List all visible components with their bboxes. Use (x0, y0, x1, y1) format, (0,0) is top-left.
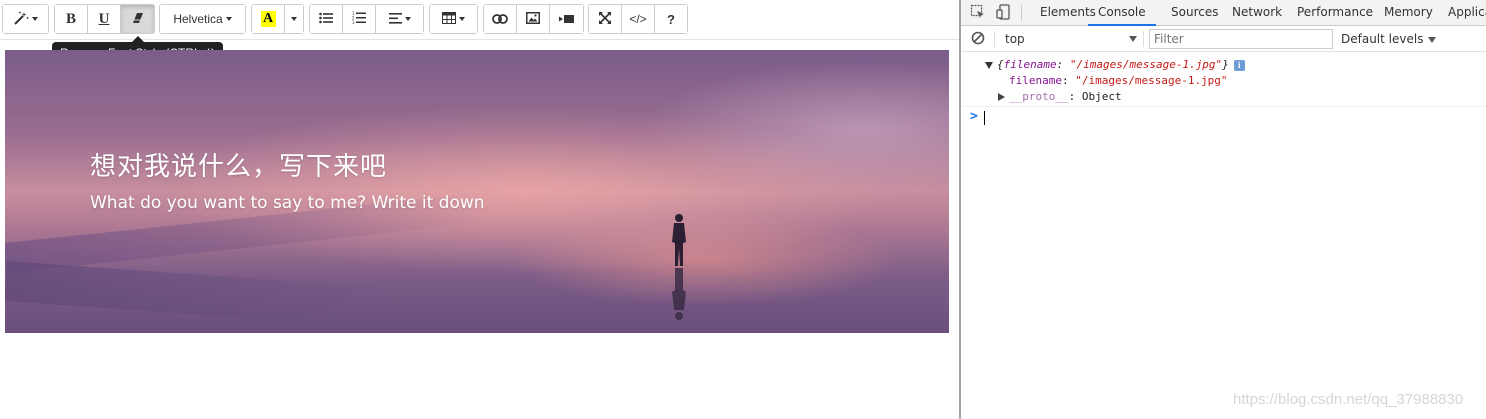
help-icon: ? (667, 11, 675, 27)
chevron-down-icon (404, 17, 411, 21)
object-property: filename: "/images/message-1.jpg" (1009, 74, 1228, 87)
font-family-dropdown[interactable]: Helvetica (160, 5, 245, 33)
chevron-down-icon (291, 17, 297, 21)
chevron-down-icon (1129, 36, 1137, 42)
ordered-list-icon: 123 (352, 11, 366, 27)
device-toolbar-icon[interactable] (996, 4, 1014, 22)
chevron-down-icon (459, 17, 465, 21)
editor-toolbar: B U Helvetica A 1 2 3 </> ? (0, 0, 959, 40)
font-style-group: B U (54, 4, 155, 34)
tab-memory[interactable]: Memory (1384, 0, 1433, 26)
watermark-url: https://blog.csdn.net/qq_37988830 (1233, 391, 1464, 408)
expand-arrow-icon[interactable] (985, 61, 993, 69)
highlight-color-icon: A (260, 11, 276, 27)
unordered-list-icon (319, 12, 333, 27)
text-cursor (984, 111, 985, 125)
code-icon: </> (629, 12, 647, 26)
chevron-down-icon (225, 17, 232, 21)
picture-icon (526, 11, 540, 27)
tab-network[interactable]: Network (1232, 0, 1282, 26)
silhouette-figure (672, 214, 686, 320)
highlight-color-button[interactable]: A (252, 5, 285, 33)
tab-performance[interactable]: Performance (1297, 0, 1373, 26)
log-levels-dropdown[interactable]: Default levels (1341, 30, 1437, 48)
color-group: A (251, 4, 304, 34)
chevron-down-icon (32, 17, 38, 21)
insert-video-button[interactable] (550, 5, 583, 33)
align-left-icon (388, 12, 402, 27)
clear-format-button[interactable] (121, 5, 154, 33)
fullscreen-icon (599, 11, 611, 27)
tab-sources[interactable]: Sources (1171, 0, 1218, 26)
svg-text:3: 3 (352, 20, 355, 24)
table-icon (442, 11, 456, 27)
console-filter-input[interactable] (1149, 29, 1333, 49)
insert-picture-button[interactable] (517, 5, 550, 33)
console-log-entry[interactable]: {filename: "/images/message-1.jpg"} i (985, 57, 1245, 72)
toolbar-separator (1021, 5, 1022, 21)
eraser-icon (132, 12, 144, 27)
tab-console[interactable]: Console (1088, 0, 1156, 26)
console-output[interactable]: {filename: "/images/message-1.jpg"} i fil… (961, 52, 1486, 419)
paragraph-align-dropdown[interactable] (376, 5, 423, 33)
inspect-element-icon[interactable] (970, 4, 988, 22)
console-divider (961, 106, 1486, 107)
devtools-panel: Elements Console Sources Network Perform… (961, 0, 1486, 419)
object-proto[interactable]: __proto__: Object (998, 89, 1122, 104)
clear-console-icon[interactable] (970, 30, 988, 48)
tab-application[interactable]: Applica (1448, 0, 1486, 26)
bold-button[interactable]: B (55, 5, 88, 33)
toolbar-separator (1143, 31, 1144, 47)
underline-button[interactable]: U (88, 5, 121, 33)
devtools-tab-bar: Elements Console Sources Network Perform… (961, 0, 1486, 26)
toolbar-separator (994, 31, 995, 47)
insert-group (483, 4, 584, 34)
help-button[interactable]: ? (655, 5, 687, 33)
prompt-icon: > (970, 109, 978, 124)
note-editor: B U Helvetica A 1 2 3 </> ? 想对我说什么，写下来吧 … (0, 0, 959, 419)
video-icon (559, 12, 574, 27)
banner-title: 想对我说什么，写下来吧 (90, 152, 388, 182)
unordered-list-button[interactable] (310, 5, 343, 33)
fullscreen-button[interactable] (589, 5, 622, 33)
insert-link-button[interactable] (484, 5, 517, 33)
style-group (2, 4, 49, 34)
view-group: </> ? (588, 4, 688, 34)
table-dropdown-button[interactable] (430, 5, 477, 33)
console-toolbar: top Default levels (961, 26, 1486, 52)
link-icon (492, 12, 508, 27)
info-icon[interactable]: i (1233, 59, 1245, 71)
ordered-list-button[interactable]: 123 (343, 5, 376, 33)
code-view-button[interactable]: </> (622, 5, 655, 33)
table-group (429, 4, 478, 34)
context-select[interactable]: top (997, 30, 1137, 48)
banner-subtitle: What do you want to say to me? Write it … (90, 193, 485, 213)
cloud-streak (5, 261, 406, 329)
style-dropdown-button[interactable] (3, 5, 48, 33)
font-name-group: Helvetica (159, 4, 246, 34)
color-dropdown-button[interactable] (285, 5, 303, 33)
expand-arrow-icon[interactable] (998, 93, 1005, 101)
magic-wand-icon (13, 11, 29, 28)
chevron-down-icon (1428, 36, 1437, 43)
paragraph-group: 123 (309, 4, 424, 34)
banner-image: 想对我说什么，写下来吧 What do you want to say to m… (5, 50, 949, 333)
